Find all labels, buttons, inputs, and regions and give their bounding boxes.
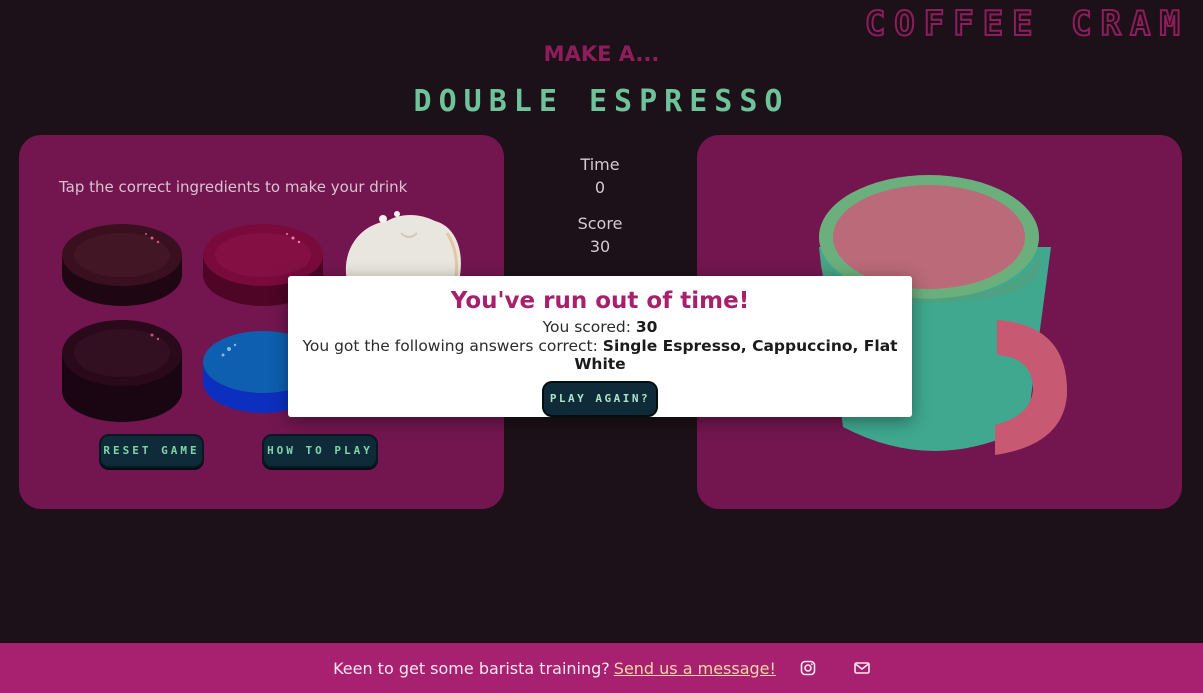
dark-roast-bean-icon[interactable]	[60, 220, 184, 310]
footer-text: Keen to get some barista training?	[333, 658, 610, 678]
time-label: Time	[580, 155, 620, 174]
score-label: Score	[577, 214, 623, 233]
prompt-label: MAKE A...	[543, 42, 660, 66]
mail-icon[interactable]	[854, 660, 870, 676]
score-line-label: You scored:	[542, 318, 636, 336]
score-line: You scored: 30	[288, 318, 912, 336]
game-over-modal: You've run out of time! You scored: 30 Y…	[288, 276, 912, 417]
how-to-play-button[interactable]: HOW TO PLAY	[262, 434, 378, 468]
score-value: 30	[589, 237, 611, 256]
send-message-link[interactable]: Send us a message!	[614, 659, 776, 678]
play-again-button[interactable]: PLAY AGAIN?	[542, 381, 658, 417]
modal-title: You've run out of time!	[450, 288, 750, 314]
brand-logo: COFFEE CRAM	[864, 3, 1189, 45]
drink-name: DOUBLE ESPRESSO	[413, 84, 790, 119]
answers-line: You got the following answers correct: S…	[288, 337, 912, 373]
answers-line-label: You got the following answers correct:	[302, 337, 603, 355]
answers-line-value: Single Espresso, Cappuccino, Flat White	[574, 337, 898, 373]
instagram-icon[interactable]	[800, 660, 816, 676]
time-value: 0	[594, 178, 606, 197]
reset-game-button[interactable]: RESET GAME	[99, 434, 204, 468]
score-line-value: 30	[635, 318, 658, 336]
dark-bean-icon[interactable]	[60, 317, 184, 423]
instructions-text: Tap the correct ingredients to make your…	[59, 178, 408, 196]
footer: Keen to get some barista training? Send …	[0, 643, 1203, 693]
